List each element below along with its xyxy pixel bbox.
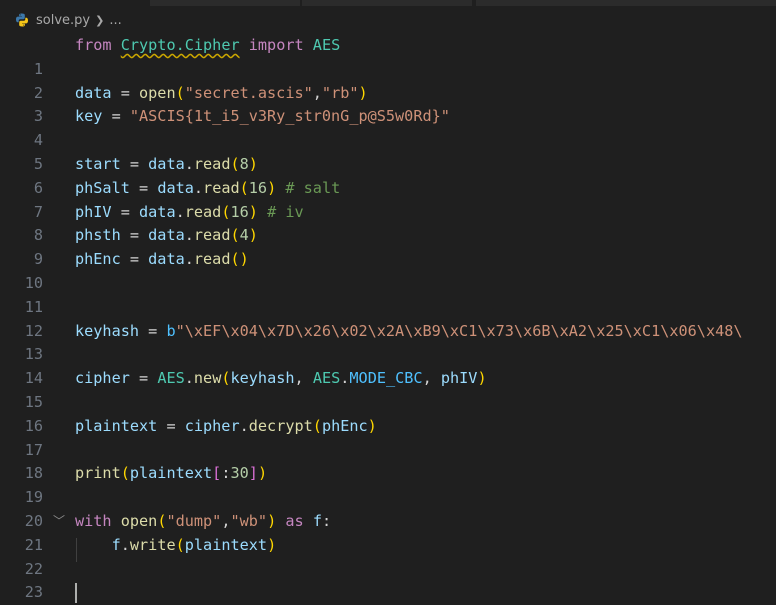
code-text: with open("dump","wb") as f: <box>75 511 332 530</box>
code-line[interactable]: 19 print(plaintext[:30]) <box>0 462 776 506</box>
code-line[interactable]: 20 <box>0 486 776 530</box>
code-line[interactable]: 6 start = data.read(8) <box>0 153 776 197</box>
code-text: f.write(plaintext) <box>111 535 277 554</box>
code-line[interactable]: 13 keyhash = b"\xEF\x04\x7D\x26\x02\x2A\… <box>0 320 776 364</box>
code-text: phIV = data.read(16) # iv <box>75 202 304 221</box>
code-line[interactable]: 7 phSalt = data.read(16) # salt <box>0 177 776 221</box>
code-line[interactable]: 4 key = "ASCIS{1t_i5_v3Ry_str0nG_p@S5w0R… <box>0 105 776 149</box>
code-line[interactable]: 15 cipher = AES.new(keyhash, AES.MODE_CB… <box>0 367 776 411</box>
code-line[interactable]: 22 f.write(plaintext) <box>0 534 776 578</box>
code-text: phsth = data.read(4) <box>75 226 258 245</box>
code-line[interactable]: 16 <box>0 391 776 435</box>
chevron-right-icon: ❯ <box>95 13 105 27</box>
code-line[interactable]: 18 <box>0 439 776 482</box>
code-line[interactable]: 2 <box>0 58 776 102</box>
breadcrumb-file[interactable]: solve.py <box>36 13 90 28</box>
code-line[interactable]: 11 <box>0 272 776 316</box>
tab-strip <box>0 0 776 6</box>
code-text: print(plaintext[:30]) <box>75 464 268 483</box>
code-text: plaintext = cipher.decrypt(phEnc) <box>75 416 377 435</box>
code-line[interactable]: 10 phEnc = data.read() <box>0 248 776 292</box>
tab-strip-segment <box>302 0 472 6</box>
code-line[interactable]: 23 <box>0 558 776 601</box>
code-text: cipher = AES.new(keyhash, AES.MODE_CBC, … <box>75 369 487 388</box>
breadcrumb-symbols[interactable]: ... <box>109 13 121 28</box>
chevron-down-icon[interactable]: ﹀ <box>51 510 67 534</box>
tab-strip-segment <box>476 0 776 6</box>
code-text: from Crypto.Cipher import AES <box>75 36 341 54</box>
code-line[interactable]: 14 <box>0 343 776 387</box>
python-icon <box>16 13 28 27</box>
code-line[interactable]: 17 plaintext = cipher.decrypt(phEnc) <box>0 415 776 459</box>
code-line[interactable]: 9 phsth = data.read(4) <box>0 224 776 268</box>
code-text: data = open("secret.ascis","rb") <box>75 83 368 102</box>
code-editor[interactable]: 1 from Crypto.Cipher import AES 2 3 data… <box>0 34 776 605</box>
code-line[interactable]: 5 <box>0 129 776 173</box>
code-text: keyhash = b"\xEF\x04\x7D\x26\x02\x2A\xB9… <box>75 321 743 340</box>
breadcrumb: solve.py ❯ ... <box>14 8 122 32</box>
code-line[interactable]: 1 from Crypto.Cipher import AES <box>0 34 776 78</box>
code-line-active[interactable]: 24 <box>0 581 776 605</box>
code-line[interactable]: 8 phIV = data.read(16) # iv <box>0 201 776 245</box>
code-line[interactable]: 12 <box>0 296 776 340</box>
module-name: Crypto.Cipher <box>120 36 240 54</box>
text-cursor <box>75 583 77 604</box>
code-text: key = "ASCIS{1t_i5_v3Ry_str0nG_p@S5w0Rd}… <box>75 107 450 126</box>
code-text: start = data.read(8) <box>75 154 258 173</box>
code-line[interactable]: 21 ﹀ with open("dump","wb") as f: <box>0 510 776 554</box>
tab-strip-segment <box>150 0 300 6</box>
code-line[interactable]: 3 data = open("secret.ascis","rb") <box>0 82 776 126</box>
code-text: phEnc = data.read() <box>75 250 249 269</box>
code-text: phSalt = data.read(16) # salt <box>75 178 341 197</box>
